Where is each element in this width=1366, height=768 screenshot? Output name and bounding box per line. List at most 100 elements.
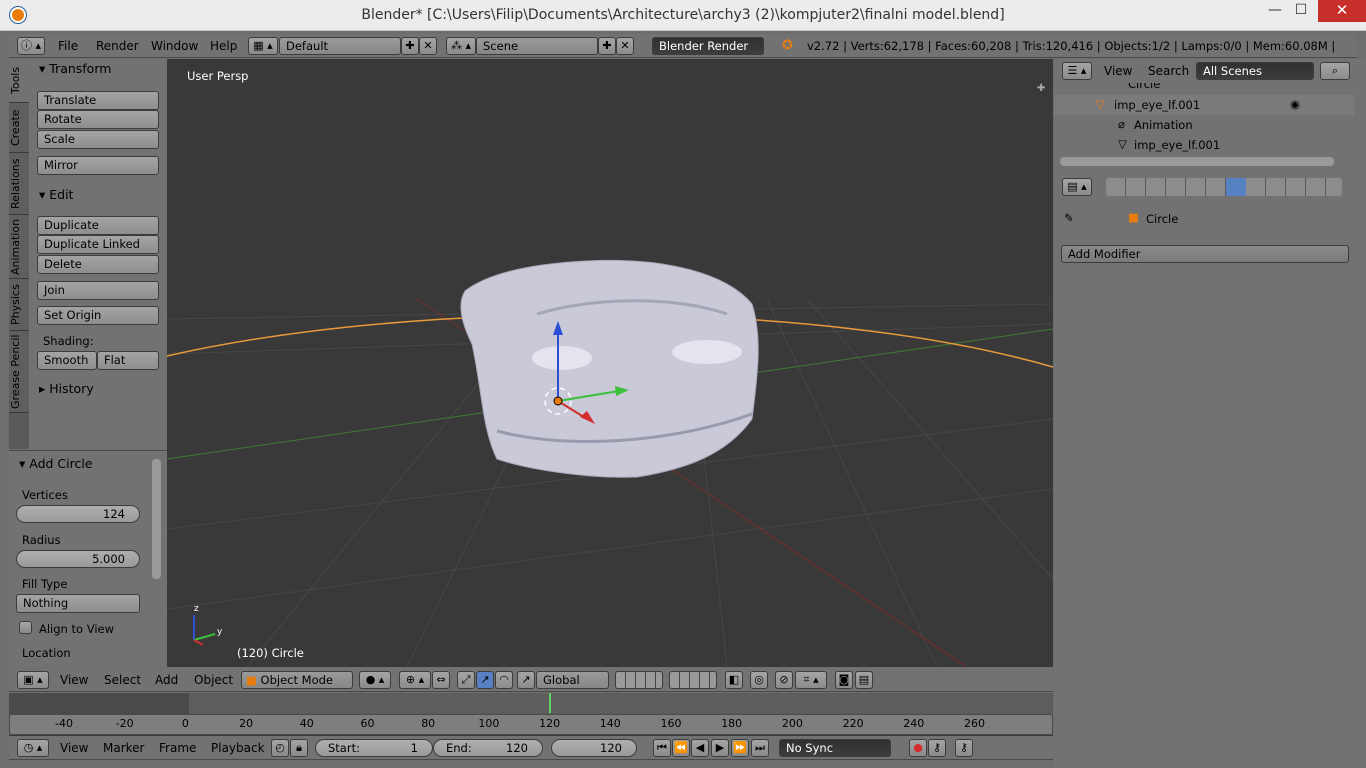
outliner-row[interactable]: ⌀ Animation [1054,115,1354,135]
tab-relations[interactable]: Relations [9,153,29,215]
scale-button[interactable]: Scale [37,130,159,149]
jump-keyframe-forward-icon[interactable]: ⏩ [731,739,749,757]
jump-end-icon[interactable]: ⏭ [751,739,769,757]
editor-type-3d-icon[interactable]: ▣ ▴ [17,671,49,689]
pin-icon[interactable]: ✎ [1064,211,1074,225]
outliner-menu-search[interactable]: Search [1148,59,1189,83]
menu-object[interactable]: Object [194,668,233,692]
scene-field[interactable]: Scene [476,37,598,55]
duplicate-linked-button[interactable]: Duplicate Linked [37,235,159,254]
rotate-manipulator-icon[interactable]: ↗ [476,671,494,689]
menu-file[interactable]: File [58,34,78,58]
duplicate-button[interactable]: Duplicate [37,216,159,235]
modifier-tab-active[interactable] [1226,178,1246,196]
menu-select[interactable]: Select [104,668,141,692]
manipulator-toggle-icon[interactable]: ⇔ [432,671,450,689]
current-frame-marker[interactable] [548,693,551,713]
record-icon[interactable]: ● [909,739,927,757]
vertices-field[interactable]: 124 [16,505,140,523]
object-mode-select[interactable]: ■ Object Mode [241,671,353,689]
outliner-item-animation[interactable]: Animation [1134,118,1193,132]
3d-viewport[interactable]: User Persp z y (120) Circle ✚ [167,59,1053,667]
outliner-row[interactable]: Circle [1054,83,1354,93]
tab-create[interactable]: Create [9,103,29,153]
scale-manipulator-icon[interactable]: ◠ [495,671,513,689]
tab-grease-pencil[interactable]: Grease Pencil [9,331,29,413]
tab-physics[interactable]: Physics [9,279,29,331]
render-animation-icon[interactable]: ▤ [855,671,873,689]
redo-scrollbar[interactable] [152,459,161,579]
outliner-item-imp-eye[interactable]: imp_eye_lf.001 [1114,98,1200,112]
lock-layers-icon[interactable]: ◧ [725,671,743,689]
outliner-menu-view[interactable]: View [1104,59,1132,83]
jump-start-icon[interactable]: ⏮ [653,739,671,757]
add-modifier-select[interactable]: Add Modifier [1061,245,1349,263]
menu-window[interactable]: Window [151,34,198,58]
panel-edit-header[interactable]: ▾ Edit [29,185,165,207]
scene-layers-grid[interactable] [615,671,663,689]
render-engine-select[interactable]: Blender Render [652,37,764,55]
proportional-edit-icon[interactable]: ◎ [750,671,768,689]
editor-type-outliner-icon[interactable]: ☰ ▴ [1062,62,1092,80]
fill-type-select[interactable]: Nothing [16,594,140,613]
editor-type-info-icon[interactable]: ⓘ ▴ [17,37,45,55]
mirror-button[interactable]: Mirror [37,156,159,175]
viewport-shading-icon[interactable]: ● ▴ [359,671,391,689]
remove-layout-icon[interactable]: ✕ [419,37,437,55]
play-icon[interactable]: ▶ [711,739,729,757]
snap-toggle-icon[interactable]: ⊘ [775,671,793,689]
menu-help[interactable]: Help [210,34,237,58]
current-frame-field[interactable]: 120 [551,739,637,757]
timeline-menu-playback[interactable]: Playback [211,736,265,760]
lock-range-icon[interactable]: 🔒︎ [290,739,308,757]
preview-range-icon[interactable]: ◴ [271,739,289,757]
minimize-button[interactable]: — [1262,0,1288,22]
screen-layout-icon[interactable]: ▦ ▴ [248,37,278,55]
close-button[interactable]: ✕ [1318,0,1366,22]
jump-keyframe-back-icon[interactable]: ⏪ [672,739,690,757]
tab-tools[interactable]: Tools [9,59,29,103]
translate-manipulator-icon[interactable]: ⤢ [457,671,475,689]
radius-field[interactable]: 5.000 [16,550,140,568]
outliner-row[interactable]: ▽ imp_eye_lf.001 ◉ [1054,95,1354,115]
pivot-point-icon[interactable]: ⊕ ▴ [399,671,431,689]
outliner-search-icon[interactable]: ⌕ [1320,62,1350,80]
tab-animation[interactable]: Animation [9,215,29,279]
play-reverse-icon[interactable]: ◀ [691,739,709,757]
add-circle-header[interactable]: ▾ Add Circle [9,454,145,476]
keying-set-icon[interactable]: ⚷ [928,739,946,757]
editor-type-properties-icon[interactable]: ▤ ▴ [1062,178,1092,196]
outliner-filter-select[interactable]: All Scenes [1196,62,1314,80]
screen-layout-field[interactable]: Default [279,37,401,55]
add-scene-icon[interactable]: ✚ [598,37,616,55]
viewport-split-corner[interactable]: ✚ [1037,83,1045,94]
timeline-menu-marker[interactable]: Marker [103,736,144,760]
shade-smooth-button[interactable]: Smooth [37,351,97,370]
shade-flat-button[interactable]: Flat [97,351,159,370]
scene-icon[interactable]: ⁂ ▴ [446,37,476,55]
keying-options-icon[interactable]: ⚷ [955,739,973,757]
outliner-item-circle[interactable]: Circle [1128,83,1160,91]
set-origin-select[interactable]: Set Origin [37,306,159,325]
timeline-menu-frame[interactable]: Frame [159,736,196,760]
end-frame-field[interactable]: End: 120 [433,739,543,757]
join-button[interactable]: Join [37,281,159,300]
start-frame-field[interactable]: Start: 1 [315,739,433,757]
orientation-select[interactable]: Global [536,671,609,689]
timeline-menu-view[interactable]: View [60,736,88,760]
editor-type-timeline-icon[interactable]: ◷ ▴ [17,739,49,757]
align-to-view-checkbox[interactable] [19,621,32,634]
snap-element-icon[interactable]: ⌗ ▴ [795,671,827,689]
menu-render[interactable]: Render [96,34,139,58]
timeline-ruler[interactable]: -40 -20 0 20 40 60 80 100 120 140 160 180 200 220 240 2… [9,693,1053,735]
menu-add[interactable]: Add [155,668,178,692]
manipulator-space-icon[interactable]: ↗ [517,671,535,689]
remove-scene-icon[interactable]: ✕ [616,37,634,55]
delete-button[interactable]: Delete [37,255,159,274]
outliner-item-imp-eye-mesh[interactable]: imp_eye_lf.001 [1134,138,1220,152]
scene-layers-grid-2[interactable] [669,671,717,689]
properties-context-tabs[interactable] [1106,178,1342,196]
outliner-horizontal-scrollbar[interactable] [1060,157,1334,166]
panel-transform-header[interactable]: ▾ Transform [29,59,165,81]
add-layout-icon[interactable]: ✚ [401,37,419,55]
